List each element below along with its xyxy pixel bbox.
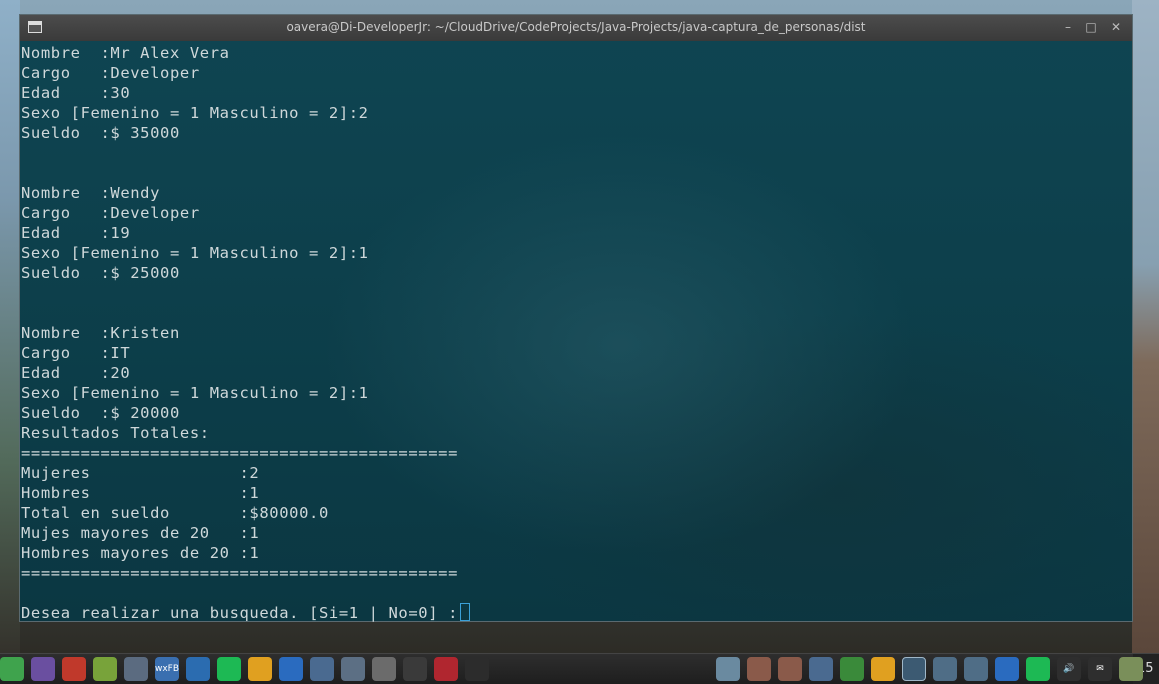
terminal-line: Edad :19	[21, 224, 131, 242]
media-player-icon[interactable]	[465, 657, 489, 681]
terminal-line: Hombres :1	[21, 484, 260, 502]
minimize-button[interactable]: –	[1060, 19, 1076, 35]
thunderbird-icon[interactable]	[279, 657, 303, 681]
terminal-line: Sexo [Femenino = 1 Masculino = 2]:2	[21, 104, 369, 122]
terminal-line: Total en sueldo :$80000.0	[21, 504, 329, 522]
terminal-prompt-line[interactable]: Desea realizar una busqueda. [Si=1 | No=…	[21, 603, 1132, 623]
save-icon[interactable]	[341, 657, 365, 681]
terminal-line: Sexo [Femenino = 1 Masculino = 2]:1	[21, 384, 369, 402]
archive-icon[interactable]	[747, 657, 771, 681]
network2-icon[interactable]	[809, 657, 833, 681]
infinity-icon[interactable]	[62, 657, 86, 681]
apps-icon[interactable]	[840, 657, 864, 681]
debian-icon[interactable]	[434, 657, 458, 681]
terminal-line: Mujes mayores de 20 :1	[21, 524, 260, 542]
terminal-line: Resultados Totales:	[21, 424, 210, 442]
terminal-window[interactable]: oavera@Di-DeveloperJr: ~/CloudDrive/Code…	[19, 14, 1133, 622]
text-cursor	[460, 603, 470, 621]
desktop-wallpaper-left	[0, 0, 20, 660]
vscode-icon[interactable]	[186, 657, 210, 681]
chrome-icon[interactable]	[248, 657, 272, 681]
terminal-line: Nombre :Kristen	[21, 324, 180, 342]
terminal-line: Cargo :Developer	[21, 204, 200, 222]
calculator-icon[interactable]	[372, 657, 396, 681]
terminal-line: Sexo [Femenino = 1 Masculino = 2]:1	[21, 244, 369, 262]
archive2-icon[interactable]	[778, 657, 802, 681]
network-icon[interactable]	[310, 657, 334, 681]
menu-icon[interactable]	[0, 657, 24, 681]
desktop-wallpaper-right	[1132, 0, 1159, 660]
mail-icon[interactable]: ✉	[1088, 657, 1112, 681]
window3-icon[interactable]	[964, 657, 988, 681]
terminal-line: ========================================…	[21, 444, 458, 462]
terminal-line: Sueldo :$ 35000	[21, 124, 180, 142]
terminal-line: Cargo :Developer	[21, 64, 200, 82]
terminal-prompt: Desea realizar una busqueda. [Si=1 | No=…	[21, 604, 458, 622]
spotify-icon[interactable]	[217, 657, 241, 681]
terminal-line: ========================================…	[21, 564, 458, 582]
terminal-line: Sueldo :$ 25000	[21, 264, 180, 282]
window2-icon[interactable]	[933, 657, 957, 681]
terminal-line: Mujeres :2	[21, 464, 260, 482]
window-titlebar[interactable]: oavera@Di-DeveloperJr: ~/CloudDrive/Code…	[20, 15, 1132, 41]
folder-icon[interactable]	[1119, 657, 1143, 681]
database-icon[interactable]	[124, 657, 148, 681]
taskbar: 15 wxFB 🔊 ✉	[0, 653, 1159, 684]
package-icon[interactable]	[716, 657, 740, 681]
volume-icon[interactable]: 🔊	[1057, 657, 1081, 681]
chrome2-icon[interactable]	[871, 657, 895, 681]
terminal-line: Nombre :Wendy	[21, 184, 161, 202]
terminal-line: Edad :20	[21, 364, 131, 382]
window-title: oavera@Di-DeveloperJr: ~/CloudDrive/Code…	[286, 20, 866, 34]
terminal-line: Cargo :IT	[21, 344, 131, 362]
terminal-output[interactable]: Nombre :Mr Alex Vera Cargo :Developer Edad…	[21, 43, 1132, 623]
terminal-line: Nombre :Mr Alex Vera	[21, 44, 230, 62]
pidgin-icon[interactable]	[31, 657, 55, 681]
terminal-line: Edad :30	[21, 84, 131, 102]
terminal-line: Hombres mayores de 20 :1	[21, 544, 260, 562]
terminal-icon[interactable]	[403, 657, 427, 681]
thunderbird2-icon[interactable]	[995, 657, 1019, 681]
wxfb-icon[interactable]: wxFB	[155, 657, 179, 681]
terminal-line: Sueldo :$ 20000	[21, 404, 180, 422]
window-active-icon[interactable]	[902, 657, 926, 681]
maximize-button[interactable]: □	[1083, 19, 1099, 35]
close-button[interactable]: ✕	[1108, 19, 1124, 35]
spotify2-icon[interactable]	[1026, 657, 1050, 681]
android-studio-icon[interactable]	[93, 657, 117, 681]
